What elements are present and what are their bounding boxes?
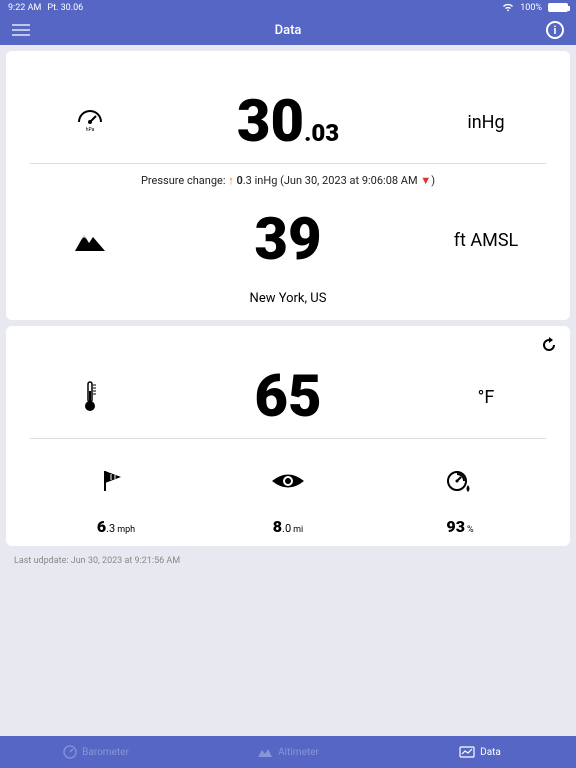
header: Data i	[0, 15, 576, 45]
refresh-icon[interactable]	[540, 336, 558, 354]
menu-icon[interactable]	[12, 24, 30, 36]
weather-stats: 6.3mph 8.0mi 93%	[30, 438, 546, 536]
wind-icon	[30, 463, 202, 499]
temperature-unit: °F	[426, 387, 546, 408]
altitude-row: 39 ft AMSL	[30, 187, 546, 281]
battery-icon	[548, 3, 568, 12]
status-time: 9:22 AM	[8, 3, 41, 13]
wind-item: 6.3mph	[30, 463, 202, 536]
pressure-value: 30.03	[150, 93, 426, 151]
visibility-item: 8.0mi	[202, 463, 374, 536]
location-label: New York, US	[30, 281, 546, 310]
pressure-change: Pressure change: ↑ 0.3 inHg (Jun 30, 202…	[30, 163, 546, 187]
wifi-icon	[502, 3, 514, 12]
tab-data-label: Data	[480, 747, 501, 758]
tab-barometer-label: Barometer	[82, 747, 129, 758]
tab-altimeter-label: Altimeter	[278, 747, 319, 758]
pressure-unit: inHg	[426, 112, 546, 133]
pressure-altitude-card: hPa 30.03 inHg Pressure change: ↑ 0.3 in…	[6, 51, 570, 320]
mountain-icon	[30, 225, 150, 255]
gauge-icon: hPa	[30, 105, 150, 139]
temperature-value: 65	[150, 368, 426, 426]
info-icon[interactable]: i	[546, 21, 564, 39]
tab-bar: Barometer Altimeter Data	[0, 736, 576, 768]
weather-card: 65 °F 6.3mph 8.0mi 93%	[6, 326, 570, 546]
last-update: Last udpdate: Jun 30, 2023 at 9:21:56 AM	[6, 552, 570, 566]
thermometer-icon	[30, 379, 150, 415]
tab-data[interactable]: Data	[384, 746, 576, 758]
eye-icon	[202, 463, 374, 499]
humidity-item: 93%	[374, 463, 546, 536]
altitude-unit: ft AMSL	[426, 230, 546, 251]
tab-barometer[interactable]: Barometer	[0, 745, 192, 759]
data-tab-icon	[459, 746, 475, 758]
status-date: Pt. 30.06	[47, 3, 83, 13]
humidity-icon	[374, 463, 546, 499]
tab-altimeter[interactable]: Altimeter	[192, 746, 384, 758]
battery-pct: 100%	[520, 3, 542, 13]
altitude-value: 39	[150, 211, 426, 269]
pressure-row: hPa 30.03 inHg	[30, 69, 546, 163]
svg-text:hPa: hPa	[86, 127, 95, 133]
temperature-row: 65 °F	[30, 344, 546, 438]
barometer-tab-icon	[63, 745, 77, 759]
status-bar: 9:22 AM Pt. 30.06 100%	[0, 0, 576, 15]
altimeter-tab-icon	[257, 746, 273, 758]
page-title: Data	[275, 23, 302, 38]
